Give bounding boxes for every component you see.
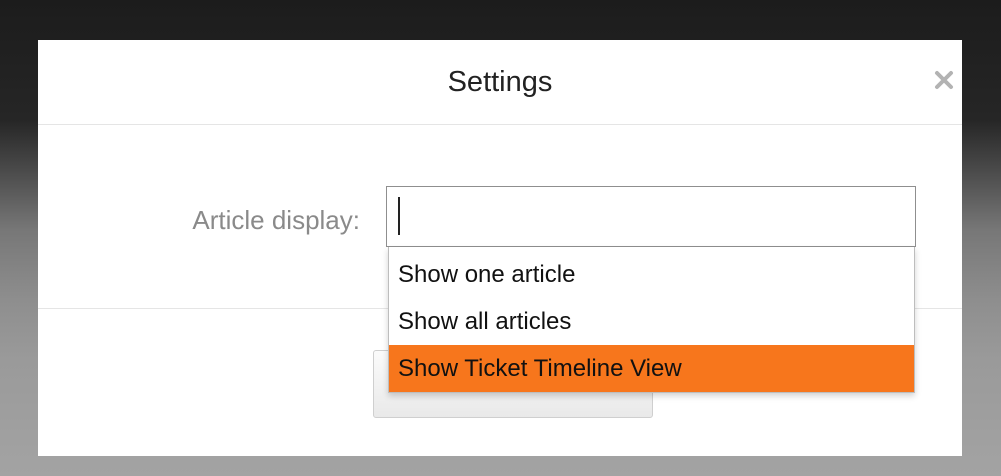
dialog-header: Settings xyxy=(38,40,962,125)
option-show-ticket-timeline-view[interactable]: Show Ticket Timeline View xyxy=(389,345,914,392)
option-show-all-articles[interactable]: Show all articles xyxy=(389,298,914,345)
article-display-input[interactable] xyxy=(386,186,916,247)
close-icon[interactable] xyxy=(931,67,957,93)
option-show-one-article[interactable]: Show one article xyxy=(389,251,914,298)
settings-dialog: Settings Article display: Show one artic… xyxy=(38,40,962,456)
dialog-title: Settings xyxy=(447,66,553,98)
text-caret xyxy=(398,197,400,235)
article-display-label: Article display: xyxy=(192,205,360,235)
article-display-dropdown: Show one article Show all articles Show … xyxy=(388,247,915,393)
